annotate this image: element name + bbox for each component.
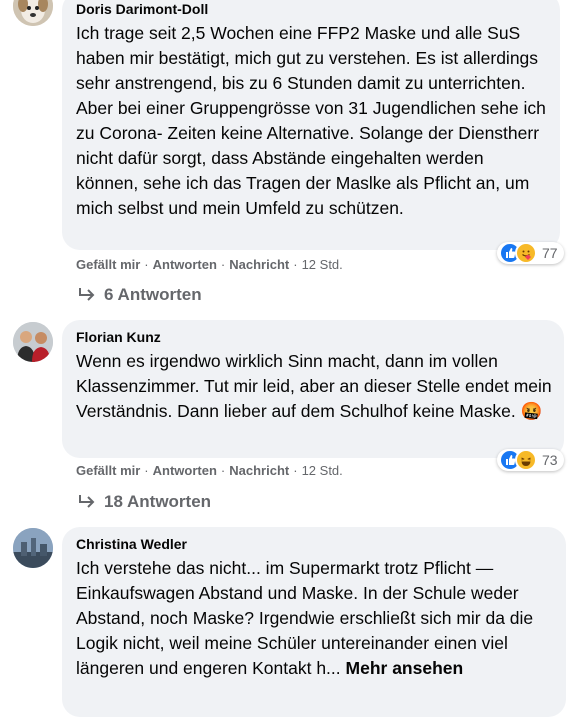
separator: · <box>293 463 298 478</box>
replies-label: 18 Antworten <box>104 492 212 511</box>
like-link[interactable]: Gefällt mir <box>76 463 140 478</box>
reactions-summary[interactable]: 73 <box>497 449 564 471</box>
timestamp[interactable]: 12 Std. <box>302 463 343 478</box>
avatar[interactable] <box>13 322 53 362</box>
comment-bubble: Doris Darimont-Doll Ich trage seit 2,5 W… <box>62 0 560 250</box>
separator: · <box>293 257 298 272</box>
comment-author[interactable]: Christina Wedler <box>76 535 554 553</box>
comment-text: Ich verstehe das nicht... im Supermarkt … <box>76 556 554 681</box>
comment-bubble: Christina Wedler Ich verstehe das nicht.… <box>62 527 566 717</box>
reactions-summary[interactable]: 77 <box>497 242 564 264</box>
message-link[interactable]: Nachricht <box>229 463 289 478</box>
avatar[interactable] <box>13 0 53 26</box>
comment-actions: Gefällt mir · Antworten · Nachricht · 12 Std. <box>76 463 343 479</box>
see-more-link[interactable]: Mehr ansehen <box>346 658 464 678</box>
avatar-photo <box>13 528 53 568</box>
reply-link[interactable]: Antworten <box>153 463 217 478</box>
message-link[interactable]: Nachricht <box>229 257 289 272</box>
avatar[interactable] <box>13 528 53 568</box>
reaction-count: 77 <box>542 245 558 261</box>
reply-arrow-icon <box>79 495 95 508</box>
comment-actions: Gefällt mir · Antworten · Nachricht · 12 Std. <box>76 257 343 273</box>
separator: · <box>220 463 226 478</box>
avatar-photo <box>13 322 53 362</box>
view-replies-button[interactable]: 18 Antworten <box>78 492 211 512</box>
comment-author[interactable]: Doris Darimont-Doll <box>76 0 548 18</box>
comment-text: Wenn es irgendwo wirklich Sinn macht, da… <box>76 351 552 421</box>
comment-text: Ich trage seit 2,5 Wochen eine FFP2 Mask… <box>76 23 546 218</box>
separator: · <box>220 257 226 272</box>
avatar-dog-image <box>13 0 53 26</box>
care-icon <box>515 242 537 264</box>
timestamp[interactable]: 12 Std. <box>302 257 343 272</box>
reply-link[interactable]: Antworten <box>153 257 217 272</box>
like-link[interactable]: Gefällt mir <box>76 257 140 272</box>
reaction-count: 73 <box>542 452 558 468</box>
comment-bubble: Florian Kunz Wenn es irgendwo wirklich S… <box>62 320 564 458</box>
separator: · <box>144 257 149 272</box>
comment-text-body: Ich verstehe das nicht... im Supermarkt … <box>76 558 534 678</box>
haha-icon <box>515 449 537 471</box>
reply-arrow-icon <box>79 288 95 301</box>
comment-author[interactable]: Florian Kunz <box>76 328 552 346</box>
separator: · <box>144 463 149 478</box>
replies-label: 6 Antworten <box>104 285 202 304</box>
view-replies-button[interactable]: 6 Antworten <box>78 285 202 305</box>
